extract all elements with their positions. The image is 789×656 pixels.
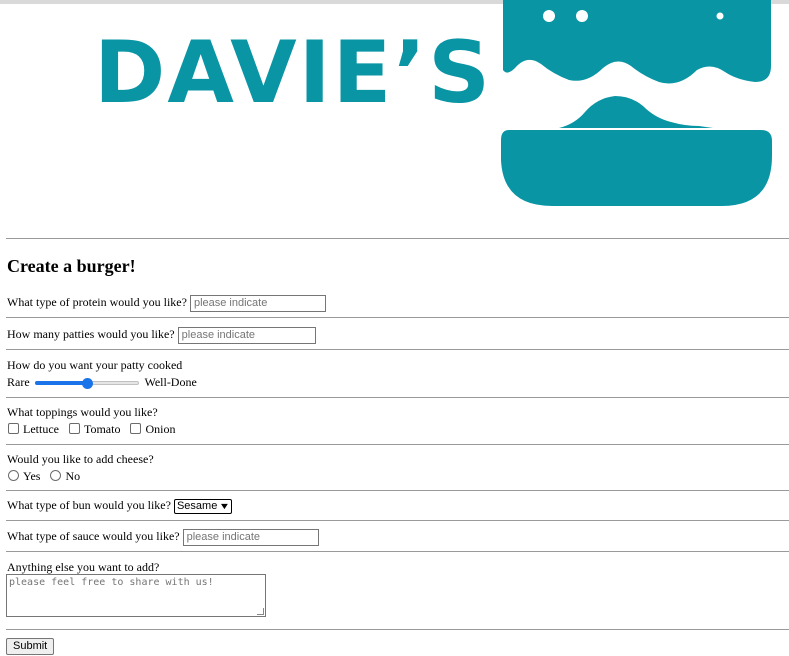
cooked-label-row: How do you want your patty cooked [7, 357, 182, 373]
cheese-label-row: Would you like to add cheese? [7, 451, 154, 467]
divider [6, 317, 789, 318]
divider [6, 349, 789, 350]
onion-checkbox[interactable] [130, 423, 142, 434]
toppings-options: Lettuce Tomato Onion [5, 421, 175, 437]
chevron-down-icon: ▼ [218, 500, 231, 511]
lettuce-checkbox[interactable] [8, 423, 19, 434]
divider [6, 629, 789, 630]
cheese-no-label: No [65, 469, 81, 483]
slider-thumb[interactable] [81, 378, 93, 390]
brand-logo: DAVIE’S [88, 0, 778, 210]
divider [6, 238, 789, 239]
divider [6, 397, 789, 398]
notes-label: Anything else you want to add? [7, 560, 160, 574]
protein-label: What type of protein would you like? [7, 295, 187, 309]
slider-fill [34, 381, 87, 386]
sauce-row: What type of sauce would you like? [7, 528, 319, 546]
divider [6, 520, 789, 521]
logo-text: DAVIE’S [94, 23, 493, 123]
divider [6, 490, 789, 491]
patties-row: How many patties would you like? [7, 326, 316, 344]
notes-textarea[interactable]: please feel free to share with us! [6, 574, 266, 617]
bun-row: What type of bun would you like? Sesame ▼ [7, 497, 233, 514]
cheese-label: Would you like to add cheese? [7, 452, 154, 466]
resize-grip-icon[interactable] [257, 608, 264, 615]
toppings-label-row: What toppings would you like? [7, 404, 158, 420]
bun-selected-value: Sesame [176, 499, 218, 512]
cheese-yes-radio[interactable] [8, 470, 19, 481]
cheese-options: Yes No [5, 468, 80, 484]
notes-placeholder: please feel free to share with us! [9, 577, 214, 588]
bun-label: What type of bun would you like? [7, 498, 171, 512]
lettuce-label: Lettuce [23, 422, 59, 436]
cooked-label: How do you want your patty cooked [7, 358, 183, 372]
divider [6, 444, 789, 445]
tomato-label: Tomato [83, 422, 121, 436]
toppings-label: What toppings would you like? [7, 405, 158, 419]
onion-label: Onion [145, 422, 176, 436]
form-title: Create a burger! [7, 256, 136, 276]
divider [6, 551, 789, 552]
cooked-slider-row: Rare Well-Done [7, 374, 197, 390]
cheese-yes-label: Yes [23, 469, 41, 483]
slider-max-label: Well-Done [144, 375, 197, 389]
slider-min-label: Rare [7, 375, 30, 389]
burger-logo-icon [501, 0, 772, 206]
sauce-label: What type of sauce would you like? [7, 529, 180, 543]
protein-row: What type of protein would you like? [7, 294, 326, 312]
tomato-checkbox[interactable] [68, 423, 80, 434]
patties-label: How many patties would you like? [7, 327, 175, 341]
bun-select[interactable]: Sesame ▼ [173, 498, 233, 514]
submit-button[interactable]: Submit [6, 638, 55, 655]
patties-input[interactable] [177, 326, 316, 344]
notes-label-row: Anything else you want to add? [7, 559, 159, 575]
protein-input[interactable] [189, 294, 326, 312]
doneness-slider[interactable] [34, 377, 139, 390]
sauce-input[interactable] [182, 528, 319, 546]
cheese-no-radio[interactable] [50, 470, 62, 481]
